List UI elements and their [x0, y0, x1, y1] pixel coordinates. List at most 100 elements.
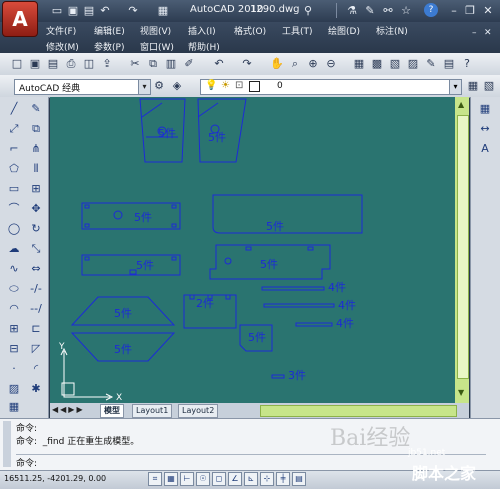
paste-icon[interactable]: ▥: [164, 57, 178, 71]
layer-previous-icon[interactable]: ▧: [482, 79, 496, 93]
rotate-icon[interactable]: ↻: [28, 222, 44, 236]
sheet-set-icon[interactable]: ▨: [406, 57, 420, 71]
help-icon[interactable]: ?: [424, 3, 438, 17]
plot-icon[interactable]: ⎙: [64, 57, 78, 71]
layer-properties-icon[interactable]: ▦: [466, 79, 480, 93]
mirror-icon[interactable]: ⋔: [28, 142, 44, 156]
rectangle-icon[interactable]: ▭: [6, 182, 22, 196]
open-icon[interactable]: ▣: [66, 4, 80, 17]
grid-toggle[interactable]: ▦: [164, 472, 178, 486]
qp-toggle[interactable]: ▤: [292, 472, 306, 486]
polyline-icon[interactable]: ⌐: [6, 142, 22, 156]
menu-view[interactable]: 视图(V): [140, 24, 171, 37]
layer-select[interactable]: 💡 ☀ ⊡ 0 ▾: [200, 79, 462, 95]
ellipse-arc-icon[interactable]: ◠: [6, 302, 22, 316]
tab-layout1[interactable]: Layout1: [132, 404, 173, 418]
chevron-down-icon[interactable]: ▾: [138, 80, 150, 94]
dimension-icon[interactable]: ↔: [477, 122, 493, 136]
snap-toggle[interactable]: ⌗: [148, 472, 162, 486]
move-icon[interactable]: ✥: [28, 202, 44, 216]
save-icon[interactable]: ▤: [82, 4, 96, 17]
save-icon[interactable]: ▤: [46, 57, 60, 71]
workspace-select[interactable]: AutoCAD 经典 ▾: [14, 79, 151, 95]
osnap-toggle[interactable]: ◻: [212, 472, 226, 486]
copy-icon[interactable]: ⧉: [146, 57, 160, 71]
zoom-realtime-icon[interactable]: ⌕: [288, 57, 302, 71]
publish-icon[interactable]: ⇪: [100, 57, 114, 71]
revcloud-icon[interactable]: ☁: [6, 242, 22, 256]
copy-object-icon[interactable]: ⧉: [28, 122, 44, 136]
menu-format[interactable]: 格式(O): [234, 24, 266, 37]
ducs-toggle[interactable]: ⊾: [244, 472, 258, 486]
menu-help[interactable]: 帮助(H): [188, 40, 220, 53]
markup-icon[interactable]: ✎: [424, 57, 438, 71]
menu-window[interactable]: 窗口(W): [140, 40, 174, 53]
close-icon[interactable]: ✕: [480, 3, 496, 18]
search-icon[interactable]: ⚗: [344, 3, 360, 18]
command-window-grip[interactable]: [3, 421, 11, 467]
redo-icon[interactable]: ↷: [240, 57, 254, 71]
menu-parametric[interactable]: 参数(P): [94, 40, 124, 53]
stretch-icon[interactable]: ⇔: [28, 262, 44, 276]
new-icon[interactable]: ▭: [50, 4, 64, 17]
break-icon[interactable]: ⊏: [28, 322, 44, 336]
draw-order-icon[interactable]: ▦: [477, 102, 493, 116]
help-icon[interactable]: ?: [460, 57, 474, 71]
extend-icon[interactable]: --/: [28, 302, 44, 316]
minimize-icon[interactable]: –: [446, 3, 462, 18]
scroll-up-icon[interactable]: ▲: [458, 100, 464, 109]
lineweight-toggle[interactable]: ╪: [276, 472, 290, 486]
workspace-settings-icon[interactable]: ⚙: [152, 79, 166, 93]
calculator-icon[interactable]: ▤: [442, 57, 456, 71]
redo-icon[interactable]: ↷: [126, 4, 140, 17]
zoom-window-icon[interactable]: ⊕: [306, 57, 320, 71]
binoculars-icon[interactable]: ⚲: [300, 3, 316, 18]
connect-icon[interactable]: ⚯: [380, 3, 396, 18]
menu-dimension[interactable]: 标注(N): [376, 24, 408, 37]
explode-icon[interactable]: ✱: [28, 382, 44, 396]
drawing-area[interactable]: 5件 5件 5件 5件 5件 5件 5件 5件 2件 5件 4件 4件 4件 3…: [50, 97, 455, 403]
zoom-previous-icon[interactable]: ⊖: [324, 57, 338, 71]
match-properties-icon[interactable]: ✐: [182, 57, 196, 71]
make-block-icon[interactable]: ⊟: [6, 342, 22, 356]
insert-block-icon[interactable]: ⊞: [6, 322, 22, 336]
point-icon[interactable]: ·: [6, 362, 22, 376]
app-menu-icon[interactable]: A: [2, 1, 38, 37]
menu-draw[interactable]: 绘图(D): [328, 24, 360, 37]
menu-insert[interactable]: 插入(I): [188, 24, 216, 37]
scroll-down-icon[interactable]: ▼: [458, 388, 464, 397]
pan-icon[interactable]: ✋: [270, 57, 284, 71]
open-icon[interactable]: ▣: [28, 57, 42, 71]
chamfer-icon[interactable]: ◸: [28, 342, 44, 356]
dyn-toggle[interactable]: ⊹: [260, 472, 274, 486]
offset-icon[interactable]: ⫴: [28, 162, 44, 176]
tool-palettes-icon[interactable]: ▧: [388, 57, 402, 71]
preview-icon[interactable]: ◫: [82, 57, 96, 71]
menu-tools[interactable]: 工具(T): [282, 24, 313, 37]
text-style-icon[interactable]: A: [477, 142, 493, 156]
properties-icon[interactable]: ▦: [352, 57, 366, 71]
hatch-icon[interactable]: ▨: [6, 382, 22, 396]
design-center-icon[interactable]: ▩: [370, 57, 384, 71]
vertical-scroll-thumb[interactable]: [457, 115, 469, 379]
coordinate-readout[interactable]: 16511.25, -4201.29, 0.00: [4, 474, 106, 483]
spline-icon[interactable]: ∿: [6, 262, 22, 276]
fillet-icon[interactable]: ◜: [28, 362, 44, 376]
polar-toggle[interactable]: ☉: [196, 472, 210, 486]
horizontal-scrollbar[interactable]: [260, 405, 457, 417]
tab-nav-arrows[interactable]: ◀◀▶▶: [52, 405, 85, 414]
otrack-toggle[interactable]: ∠: [228, 472, 242, 486]
scale-icon[interactable]: ⤡: [28, 242, 44, 256]
arc-icon[interactable]: ⌒: [6, 202, 22, 216]
polygon-icon[interactable]: ⬠: [6, 162, 22, 176]
doc-minimize-icon[interactable]: –: [472, 28, 482, 38]
line-icon[interactable]: ╱: [6, 102, 22, 116]
array-icon[interactable]: ⊞: [28, 182, 44, 196]
plot-icon[interactable]: ▦: [156, 4, 170, 17]
menu-modify[interactable]: 修改(M): [46, 40, 79, 53]
doc-close-icon[interactable]: ✕: [484, 28, 494, 38]
undo-icon[interactable]: ↶: [98, 4, 112, 17]
restore-icon[interactable]: ❐: [462, 3, 478, 18]
construction-line-icon[interactable]: ⤢: [6, 122, 22, 136]
menu-edit[interactable]: 编辑(E): [94, 24, 125, 37]
